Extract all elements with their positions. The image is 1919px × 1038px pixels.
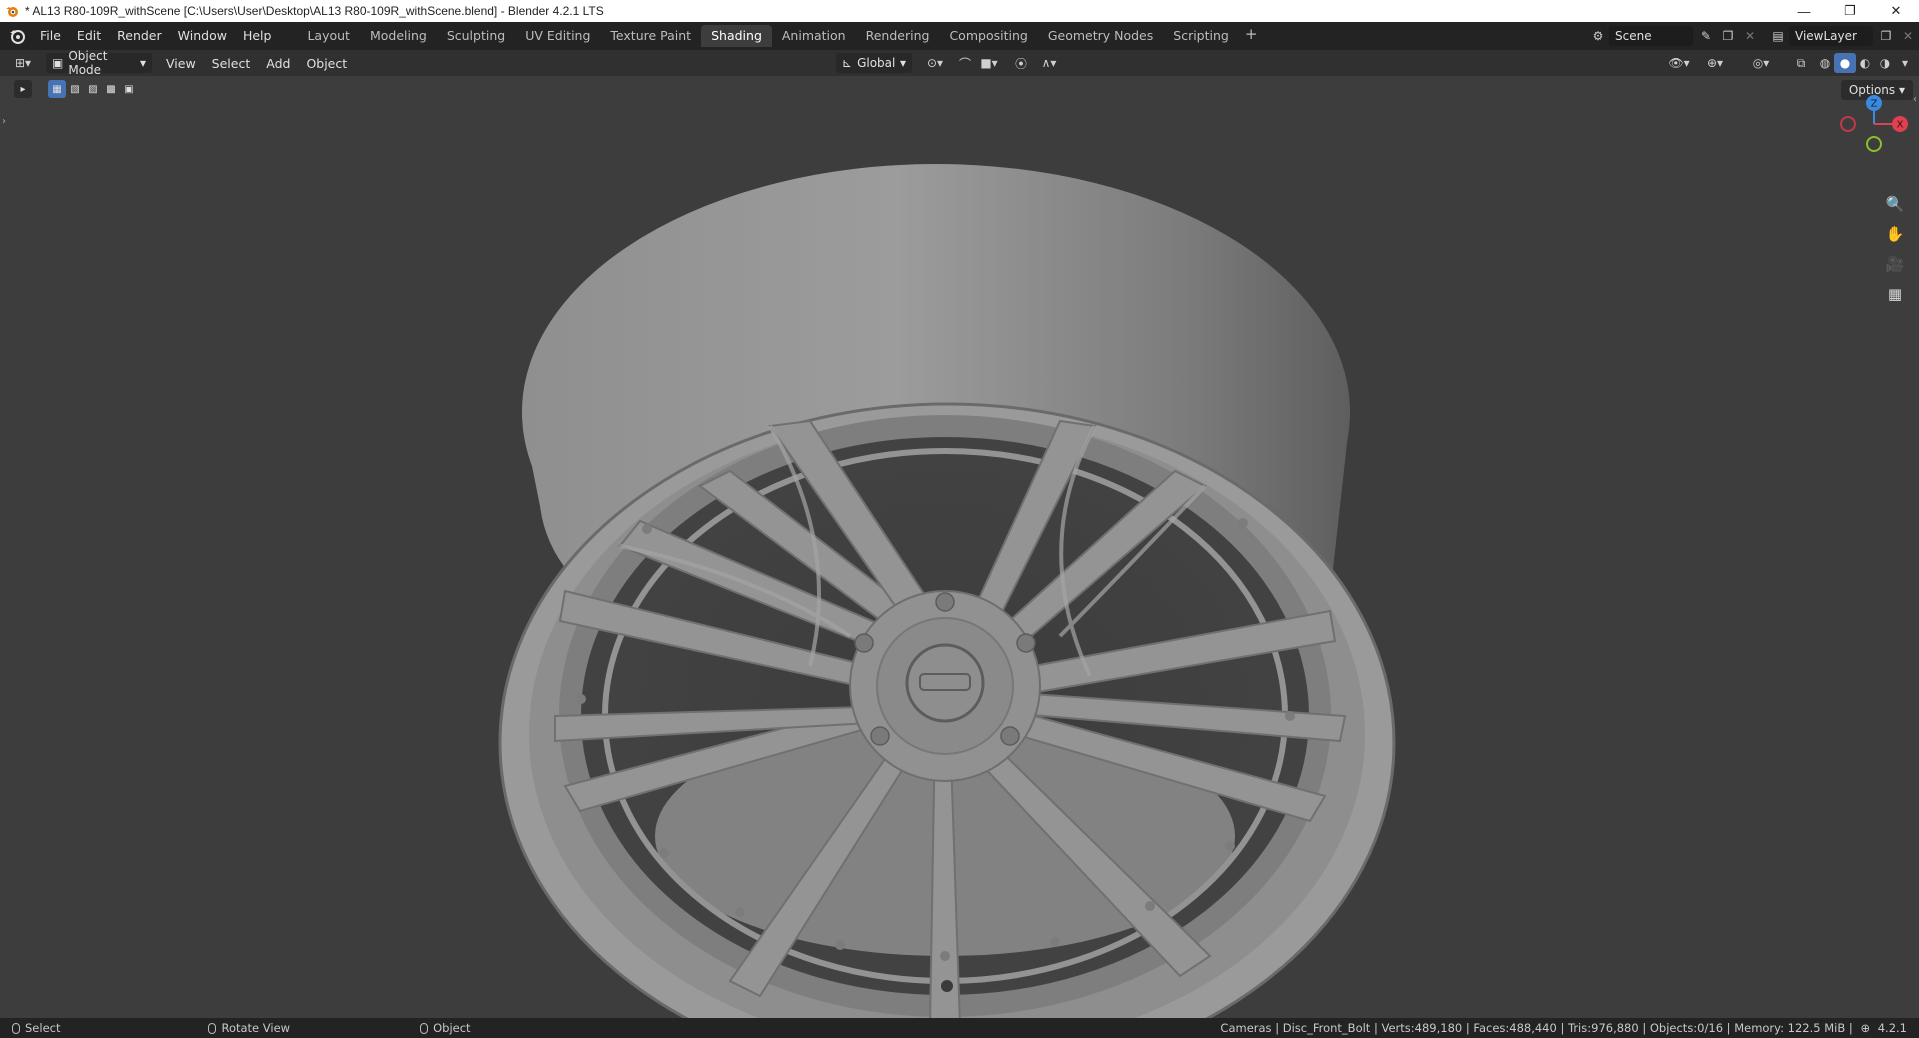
window-title: * AL13 R80-109R_withScene [C:\Users\User… [25,4,604,18]
workspace-tabs: Layout Modeling Sculpting UV Editing Tex… [297,25,1263,47]
blender-menu-icon[interactable] [8,27,26,45]
new-scene-icon[interactable]: ❐ [1717,26,1739,46]
visibility-icon[interactable]: 👁▾ [1664,53,1694,73]
tab-modeling[interactable]: Modeling [360,25,437,47]
mouse-middle-icon [208,1022,217,1034]
new-view-layer-icon[interactable]: ❐ [1875,26,1897,46]
menu-select[interactable]: Select [204,56,259,71]
mode-dropdown[interactable]: ▣ Object Mode ▾ [46,49,152,77]
scene-selector[interactable]: Scene [1609,26,1693,46]
mouse-right-icon [420,1022,429,1034]
tab-rendering[interactable]: Rendering [856,25,940,47]
menu-view[interactable]: View [158,56,204,71]
version-label: 4.2.1 [1877,1021,1907,1035]
blender-logo-icon [6,7,18,17]
hint-select-label: Select [25,1021,61,1035]
scene-stats-text: Cameras | Disc_Front_Bolt | Verts:489,18… [1220,1021,1853,1035]
menu-file[interactable]: File [32,25,69,47]
tab-compositing[interactable]: Compositing [939,25,1037,47]
menu-window[interactable]: Window [170,25,235,47]
hint-object: Object [408,1021,471,1035]
scene-stats: Cameras | Disc_Front_Bolt | Verts:489,18… [1220,1018,1907,1038]
tab-sculpting[interactable]: Sculpting [437,25,515,47]
hint-rotate-label: Rotate View [221,1021,291,1035]
tab-scripting[interactable]: Scripting [1163,25,1239,47]
proportional-edit-icon[interactable]: ⦿ [1010,53,1032,73]
hint-rotate: Rotate View [196,1021,290,1035]
center-cap [905,643,985,723]
add-workspace-button[interactable]: + [1239,25,1264,47]
3d-viewport[interactable]: ▸ ▦ ▧ ▨ ▩ ▣ › ‹ Options ▾ Z X 🔍 ✋ 🎥 ▦ [0,76,1919,1018]
hint-select: Select [0,1021,60,1035]
delete-view-layer-icon[interactable]: ✕ [1897,26,1919,46]
tab-animation[interactable]: Animation [772,25,856,47]
orientation-dropdown[interactable]: ⊾ Global ▾ [836,53,912,73]
status-bar: Select Rotate View Object Cameras | Disc… [0,1018,1919,1038]
orientation-label: Global [857,56,896,70]
rendered-shading-icon[interactable]: ◑ [1874,53,1896,73]
tab-shading[interactable]: Shading [701,25,772,47]
solid-shading-icon[interactable]: ● [1834,53,1856,73]
shading-options-icon[interactable]: ▾ [1894,53,1916,73]
snap-target-icon[interactable]: ■▾ [974,53,1004,73]
menu-help[interactable]: Help [235,25,280,47]
xray-toggle-icon[interactable]: ⧉ [1790,53,1812,73]
window-titlebar: * AL13 R80-109R_withScene [C:\Users\User… [0,0,1919,22]
tab-geometry-nodes[interactable]: Geometry Nodes [1038,25,1163,47]
menu-render[interactable]: Render [109,25,170,47]
viewport-header: ⊞▾ ▣ Object Mode ▾ View Select Add Objec… [0,49,1919,77]
gizmo-toggle-icon[interactable]: ⊕▾ [1700,53,1730,73]
falloff-icon[interactable]: ∧▾ [1034,53,1064,73]
view-layer-selector[interactable]: ViewLayer [1789,26,1873,46]
tab-layout[interactable]: Layout [297,25,360,47]
chevron-down-icon: ▾ [899,56,906,70]
wheel-model[interactable] [0,76,1919,1018]
scene-name: Scene [1615,29,1652,43]
tab-texture-paint[interactable]: Texture Paint [600,25,701,47]
view-layer-icon[interactable]: ▤ [1767,26,1789,46]
chevron-down-icon: ▾ [139,56,146,70]
editor-type-icon[interactable]: ⊞▾ [8,53,38,73]
wireframe-shading-icon[interactable]: ◍ [1814,53,1836,73]
pivot-point-icon[interactable]: ⊙▾ [920,53,950,73]
overlay-toggle-icon[interactable]: ◎▾ [1744,53,1778,73]
maximize-button[interactable]: ❐ [1827,0,1873,22]
tab-uv-editing[interactable]: UV Editing [515,25,600,47]
pin-icon[interactable]: ✎ [1695,26,1717,46]
scene-controls: ⚙ Scene ✎ ❐ ✕ ▤ ViewLayer ❐ ✕ [1587,22,1919,50]
view-layer-name: ViewLayer [1795,29,1857,43]
menu-object[interactable]: Object [298,56,355,71]
hint-object-label: Object [433,1021,471,1035]
close-button[interactable]: ✕ [1873,0,1919,22]
transform-orientation-icon: ⊾ [842,56,853,70]
minimize-button[interactable]: — [1781,0,1827,22]
menu-add[interactable]: Add [258,56,298,71]
mode-label: Object Mode [68,49,108,77]
snap-icon[interactable]: ⌒ [954,53,976,73]
scene-type-icon[interactable]: ⚙ [1587,26,1609,46]
network-icon: ⊕ [1860,1021,1871,1035]
cube-icon: ▣ [52,56,64,70]
menu-edit[interactable]: Edit [69,25,109,47]
delete-scene-icon[interactable]: ✕ [1739,26,1761,46]
top-bar: File Edit Render Window Help Layout Mode… [0,22,1919,50]
material-shading-icon[interactable]: ◐ [1854,53,1876,73]
mouse-left-icon [12,1022,20,1034]
